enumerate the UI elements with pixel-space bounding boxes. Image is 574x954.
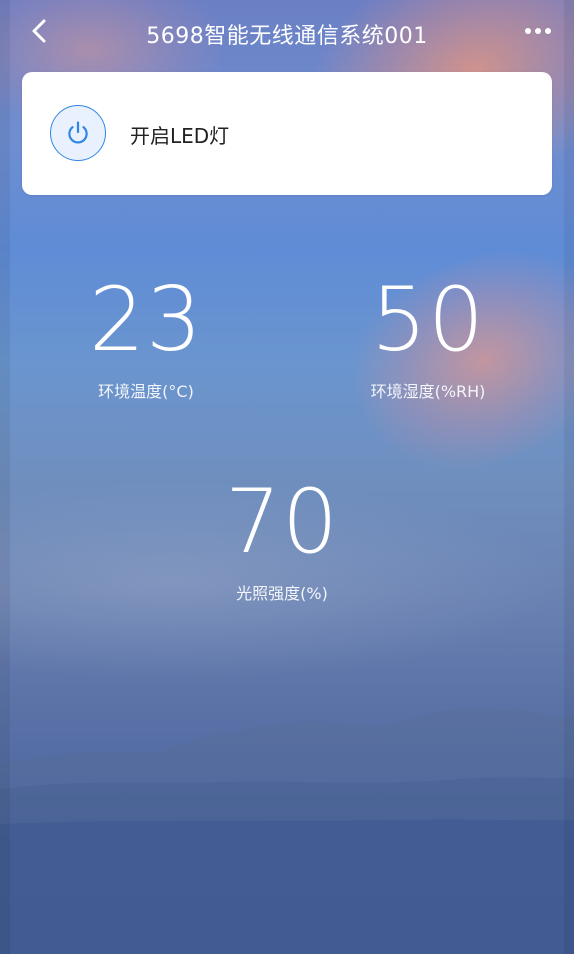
background-hills — [0, 709, 574, 954]
more-button[interactable] — [520, 18, 556, 44]
led-label: 开启LED灯 — [130, 124, 230, 148]
humidity-label: 环境湿度(%RH) — [370, 382, 486, 401]
edge-shade — [564, 0, 574, 954]
temperature-readout: 23 环境温度(°C) — [66, 276, 226, 402]
edge-shade — [0, 0, 10, 954]
light-label: 光照强度(%) — [236, 584, 328, 603]
top-bar: 5698智能无线通信系统001 — [0, 0, 574, 64]
page-title: 5698智能无线通信系统001 — [146, 24, 428, 49]
light-value: 70 — [225, 470, 339, 573]
humidity-readout: 50 环境湿度(%RH) — [336, 276, 520, 402]
humidity-value: 50 — [371, 268, 485, 371]
temperature-value: 23 — [89, 268, 203, 371]
more-horizontal-icon — [525, 28, 551, 34]
device-control-screen: 5698智能无线通信系统001 开启LED灯 23 环境温度(°C) 50 环境… — [0, 0, 574, 954]
light-readout: 70 光照强度(%) — [200, 478, 364, 604]
led-power-button[interactable] — [50, 105, 106, 161]
temperature-label: 环境温度(°C) — [98, 382, 194, 401]
power-icon — [68, 121, 88, 144]
led-control-card: 开启LED灯 — [22, 72, 552, 195]
